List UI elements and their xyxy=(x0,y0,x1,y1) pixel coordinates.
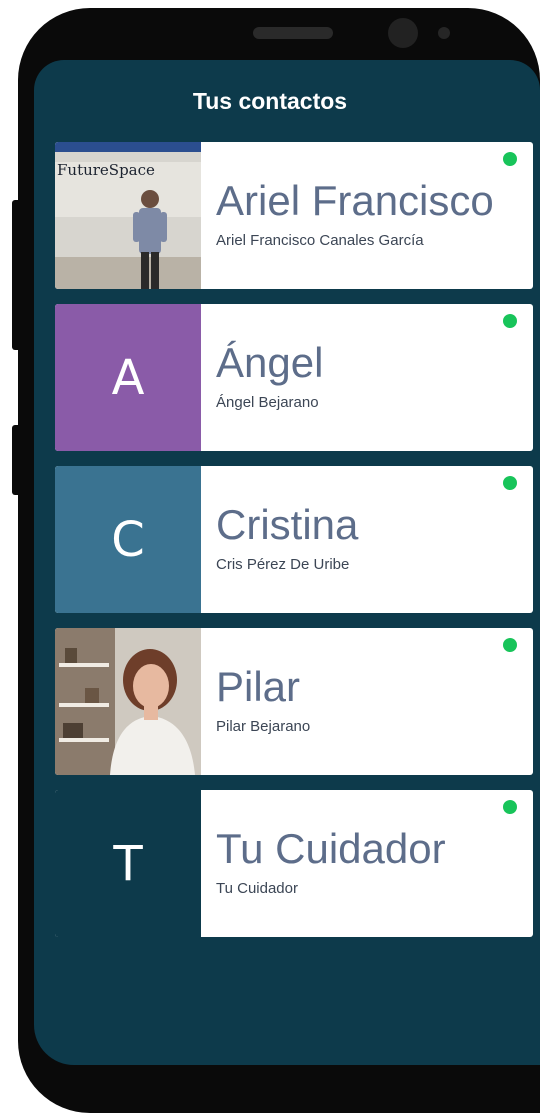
contact-name: Ángel xyxy=(216,339,324,386)
online-status-dot xyxy=(503,800,517,814)
contact-photo: FutureSpace xyxy=(55,142,201,289)
contact-card-pilar[interactable]: Pilar Pilar Bejarano xyxy=(55,628,533,775)
proximity-sensor xyxy=(438,27,450,39)
power-button xyxy=(12,425,22,495)
contact-full-name: Ariel Francisco Canales García xyxy=(216,232,424,249)
contact-full-name: Ángel Bejarano xyxy=(216,394,319,411)
contact-name: Ariel Francisco xyxy=(216,177,494,224)
online-status-dot xyxy=(503,476,517,490)
contact-name: Pilar xyxy=(216,663,301,710)
contact-avatar: C xyxy=(55,466,201,613)
photo-sign-text: FutureSpace xyxy=(57,161,155,179)
front-camera xyxy=(388,18,418,48)
contact-card-ariel[interactable]: FutureSpace Ariel Francisco Ariel Franci… xyxy=(55,142,533,289)
contact-full-name: Tu Cuidador xyxy=(216,880,298,897)
contact-name: Cristina xyxy=(216,501,359,548)
online-status-dot xyxy=(503,314,517,328)
contact-avatar: T xyxy=(55,790,201,937)
ariel-photo: FutureSpace xyxy=(55,142,201,289)
contact-full-name: Cris Pérez De Uribe xyxy=(216,556,350,573)
avatar-initial: A xyxy=(55,304,201,451)
online-status-dot xyxy=(503,638,517,652)
avatar-initial: C xyxy=(55,466,201,613)
speaker-grille xyxy=(253,27,333,39)
online-status-dot xyxy=(503,152,517,166)
page-title: Tus contactos xyxy=(192,88,348,114)
contact-full-name: Pilar Bejarano xyxy=(216,718,311,735)
contact-card-angel[interactable]: A Ángel Ángel Bejarano xyxy=(55,304,533,451)
contact-name: Tu Cuidador xyxy=(216,825,446,872)
contact-avatar: A xyxy=(55,304,201,451)
volume-button xyxy=(12,200,22,350)
contact-card-cristina[interactable]: C Cristina Cris Pérez De Uribe xyxy=(55,466,533,613)
contact-photo xyxy=(55,628,201,775)
avatar-initial: T xyxy=(55,790,201,937)
contact-card-cuidador[interactable]: T Tu Cuidador Tu Cuidador xyxy=(55,790,533,937)
pilar-photo xyxy=(55,628,201,775)
